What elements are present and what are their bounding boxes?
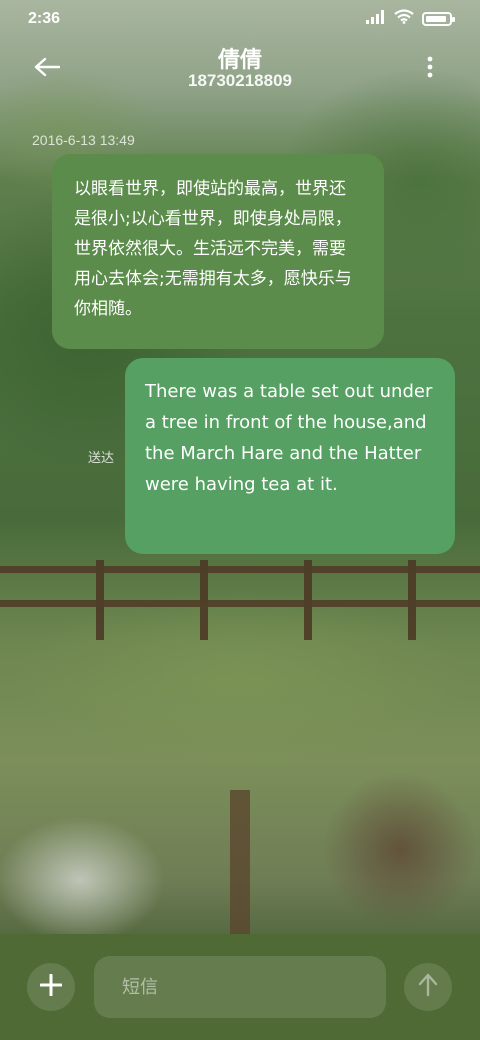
- arrow-up-icon: [418, 973, 438, 1001]
- conversation-header: 倩倩 18730218809: [0, 38, 480, 100]
- plus-icon: [39, 973, 63, 1000]
- send-button[interactable]: [404, 963, 452, 1011]
- contact-number: 18730218809: [187, 71, 292, 90]
- wallpaper-fence-lower: [0, 790, 480, 940]
- incoming-message-text: 以眼看世界，即使站的最高，世界还是很小;以心看世界，即使身处局限，世界依然很大。…: [74, 179, 352, 319]
- add-attachment-button[interactable]: [27, 963, 75, 1011]
- incoming-message-bubble[interactable]: 以眼看世界，即使站的最高，世界还是很小;以心看世界，即使身处局限，世界依然很大。…: [52, 154, 384, 349]
- more-options-button[interactable]: [420, 56, 440, 82]
- wallpaper-fence: [0, 560, 480, 640]
- status-bar: 2:36: [0, 0, 480, 38]
- message-input[interactable]: [94, 956, 386, 1018]
- signal-icon: [366, 9, 386, 29]
- outgoing-message-text: There was a table set out under a tree i…: [145, 381, 433, 495]
- delivery-status: 送达: [88, 451, 115, 466]
- battery-icon: [422, 12, 455, 26]
- compose-bar: [0, 934, 480, 1040]
- contact-name[interactable]: 倩倩: [0, 42, 480, 74]
- status-time: 2:36: [28, 10, 61, 27]
- status-icons: [366, 9, 455, 29]
- message-timestamp: 2016-6-13 13:49: [32, 132, 135, 148]
- wifi-icon: [394, 9, 414, 29]
- battery-fill: [426, 16, 446, 22]
- outgoing-message-bubble[interactable]: There was a table set out under a tree i…: [125, 358, 455, 554]
- more-vertical-icon: [427, 56, 433, 82]
